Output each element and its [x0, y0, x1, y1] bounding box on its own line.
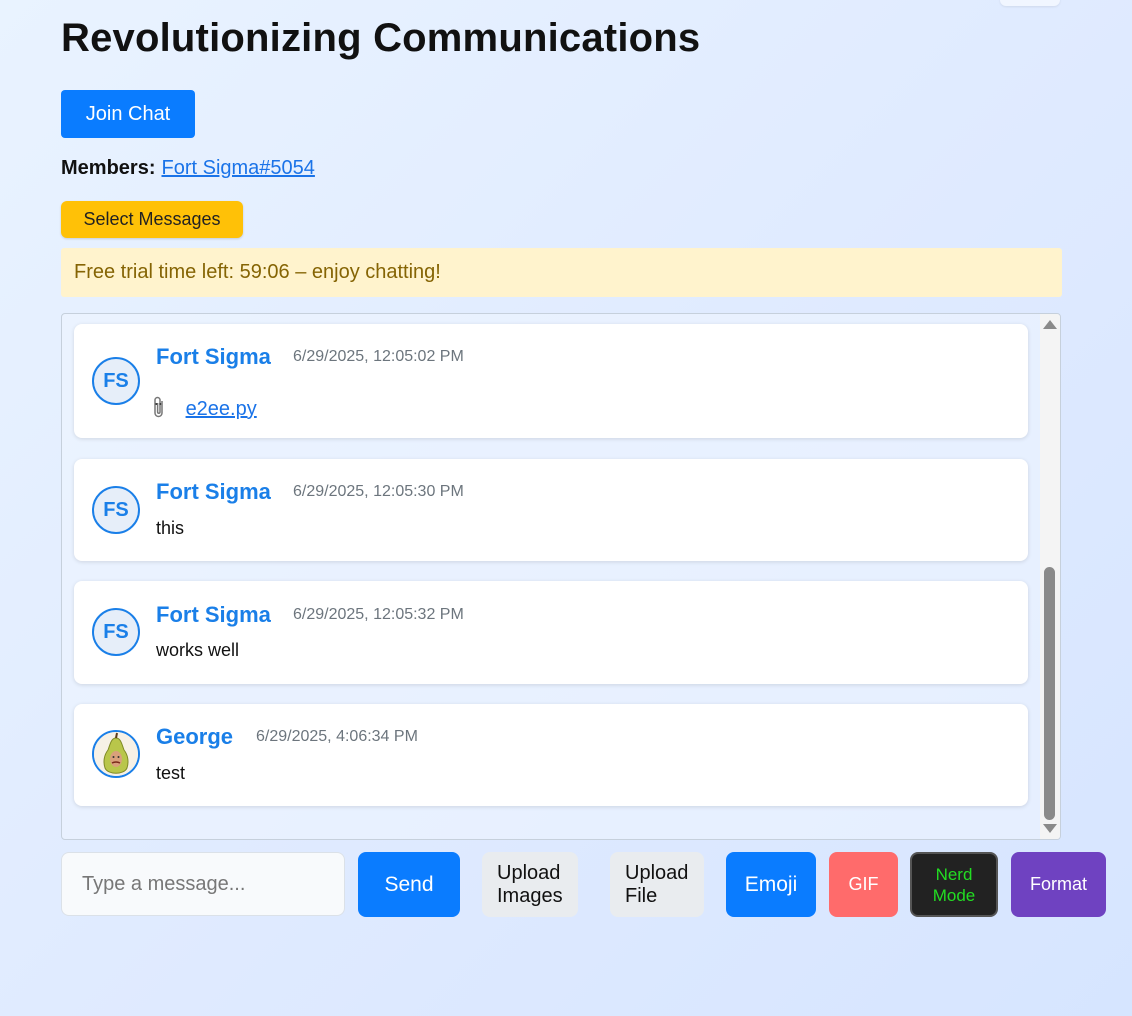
sender-name: George [156, 724, 234, 749]
message-timestamp: 6/29/2025, 4:06:34 PM [256, 728, 418, 745]
message-item: FS Fort Sigma 6/29/2025, 12:05:32 PM wor… [74, 581, 1028, 684]
join-chat-button[interactable]: Join Chat [61, 90, 195, 138]
avatar: FS [92, 608, 140, 656]
file-link[interactable]: e2ee.py [186, 398, 257, 420]
message-item: FS Fort Sigma 6/29/2025, 12:05:30 PM thi… [74, 459, 1028, 561]
avatar [92, 730, 140, 778]
avatar: FS [92, 357, 140, 405]
members-line: Members: Fort Sigma#5054 [61, 157, 315, 180]
message-text: test [156, 763, 186, 783]
scrollbar-thumb[interactable] [1044, 567, 1055, 820]
message-timestamp: 6/29/2025, 12:05:02 PM [293, 348, 464, 365]
file-attachment: e2ee.py [154, 395, 257, 421]
select-messages-button[interactable]: Select Messages [61, 201, 243, 238]
message-item: George 6/29/2025, 4:06:34 PM test [74, 704, 1028, 806]
send-button[interactable]: Send [358, 852, 460, 917]
trial-banner: Free trial time left: 59:06 – enjoy chat… [61, 248, 1062, 297]
message-text: works well [156, 640, 240, 660]
gif-button[interactable]: GIF [829, 852, 898, 917]
avatar: FS [92, 486, 140, 534]
paperclip-icon [154, 396, 174, 420]
scroll-down-arrow-icon[interactable] [1043, 824, 1057, 833]
message-timestamp: 6/29/2025, 12:05:32 PM [293, 606, 464, 623]
members-label: Members: [61, 157, 156, 179]
emoji-button[interactable]: Emoji [726, 852, 816, 917]
top-corner-tab [1000, 0, 1060, 6]
message-text: this [156, 518, 185, 538]
upload-images-button[interactable]: Upload Images [482, 852, 578, 917]
message-timestamp: 6/29/2025, 12:05:30 PM [293, 483, 464, 500]
sender-name: Fort Sigma [156, 602, 271, 627]
pear-face-avatar [94, 732, 138, 776]
page-title: Revolutionizing Communications [61, 16, 701, 60]
message-list[interactable]: FS Fort Sigma 6/29/2025, 12:05:02 PM e2e… [61, 313, 1061, 840]
sender-name: Fort Sigma [156, 344, 271, 369]
upload-file-button[interactable]: Upload File [610, 852, 704, 917]
message-input[interactable] [61, 852, 345, 916]
message-item: FS Fort Sigma 6/29/2025, 12:05:02 PM e2e… [74, 324, 1028, 438]
format-button[interactable]: Format [1011, 852, 1106, 917]
scroll-up-arrow-icon[interactable] [1043, 320, 1057, 329]
member-link[interactable]: Fort Sigma#5054 [161, 157, 314, 179]
nerd-mode-button[interactable]: Nerd Mode [910, 852, 998, 917]
scrollbar[interactable] [1040, 314, 1060, 839]
sender-name: Fort Sigma [156, 479, 271, 504]
